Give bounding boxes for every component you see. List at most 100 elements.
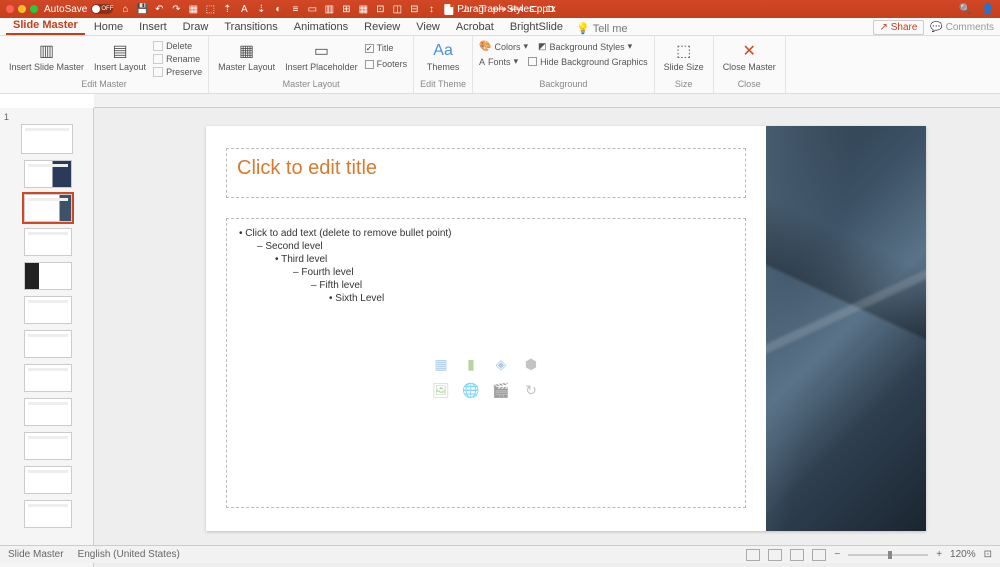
footers-checkbox[interactable]: Footers: [365, 58, 408, 70]
normal-view-button[interactable]: [746, 549, 760, 561]
checkbox-icon: [528, 57, 537, 66]
thumb-layout[interactable]: [24, 364, 72, 392]
qat-icon[interactable]: ⬚: [204, 3, 216, 15]
save-icon[interactable]: 💾: [136, 3, 148, 15]
user-icon[interactable]: 👤: [982, 4, 994, 15]
tab-acrobat[interactable]: Acrobat: [449, 19, 501, 35]
hide-bg-checkbox[interactable]: Hide Background Graphics: [528, 55, 648, 68]
tab-insert[interactable]: Insert: [132, 19, 174, 35]
qat-icon[interactable]: ▭: [306, 3, 318, 15]
qat-icon[interactable]: ⇣: [255, 3, 267, 15]
tell-me[interactable]: 💡Tell me: [576, 22, 628, 35]
tab-view[interactable]: View: [409, 19, 447, 35]
autosave-toggle[interactable]: OFF: [91, 4, 113, 14]
slide-canvas-area[interactable]: Click to edit title Click to add text (d…: [94, 108, 1000, 567]
title-placeholder[interactable]: Click to edit title: [226, 148, 746, 198]
tab-transitions[interactable]: Transitions: [217, 19, 284, 35]
comments-button[interactable]: 💬 Comments: [930, 22, 994, 33]
thumb-layout[interactable]: [24, 432, 72, 460]
themes-button[interactable]: AaThemes: [424, 38, 463, 75]
status-bar: Slide Master English (United States) − +…: [0, 545, 1000, 563]
close-window-icon[interactable]: [6, 5, 14, 13]
master-layout-button[interactable]: ▦Master Layout: [215, 38, 278, 75]
zoom-window-icon[interactable]: [30, 5, 38, 13]
thumb-layout[interactable]: [24, 228, 72, 256]
body-placeholder[interactable]: Click to add text (delete to remove bull…: [226, 218, 746, 508]
thumb-layout[interactable]: [24, 466, 72, 494]
reading-view-button[interactable]: [790, 549, 804, 561]
zoom-out-button[interactable]: −: [834, 549, 840, 560]
rename-icon: [153, 54, 163, 64]
qat-icon[interactable]: ⊞: [340, 3, 352, 15]
delete-button[interactable]: Delete: [153, 40, 202, 52]
group-size: ⬚Slide Size Size: [655, 36, 714, 93]
fit-to-window-button[interactable]: ⊡: [984, 549, 992, 560]
thumb-layout[interactable]: [24, 296, 72, 324]
table-icon[interactable]: ▦: [429, 354, 453, 374]
fonts-dropdown[interactable]: AFonts ▾: [479, 55, 518, 68]
close-master-button[interactable]: ✕Close Master: [720, 38, 779, 75]
minimize-window-icon[interactable]: [18, 5, 26, 13]
home-icon[interactable]: ⌂: [119, 3, 131, 15]
tab-slide-master[interactable]: Slide Master: [6, 17, 85, 35]
insert-placeholder-button[interactable]: ▭Insert Placeholder: [282, 38, 361, 75]
bg-styles-icon: ◩: [538, 41, 547, 52]
3d-icon[interactable]: ⬢: [519, 354, 543, 374]
master-number: 1: [4, 112, 89, 122]
content-placeholder-icons: ▦ ▮ ◈ ⬢ 🖼 🌐 🎬 ↻: [429, 354, 543, 400]
qat-icon[interactable]: ↕: [425, 3, 437, 15]
thumb-layout[interactable]: [24, 330, 72, 358]
online-picture-icon[interactable]: 🌐: [459, 380, 483, 400]
rename-button[interactable]: Rename: [153, 53, 202, 65]
picture-icon[interactable]: 🖼: [429, 380, 453, 400]
bullet-level-6: Sixth Level: [329, 292, 733, 305]
undo-icon[interactable]: ↶: [153, 3, 165, 15]
qat-icon[interactable]: ▦: [357, 3, 369, 15]
tab-review[interactable]: Review: [357, 19, 407, 35]
thumb-layout[interactable]: [24, 262, 72, 290]
qat-icon[interactable]: ◐: [272, 3, 284, 15]
qat-icon[interactable]: A: [238, 3, 250, 15]
bg-styles-dropdown[interactable]: ◩Background Styles ▾: [538, 40, 632, 53]
qat-icon[interactable]: ▦: [187, 3, 199, 15]
chart-icon[interactable]: ▮: [459, 354, 483, 374]
tab-home[interactable]: Home: [87, 19, 130, 35]
smartart-icon[interactable]: ◈: [489, 354, 513, 374]
zoom-level[interactable]: 120%: [950, 549, 976, 560]
zoom-slider[interactable]: [848, 554, 928, 556]
mac-titlebar: AutoSave OFF ⌂ 💾 ↶ ↷ ▦ ⬚ ⇡ A ⇣ ◐ ≡ ▭ ▥ ⊞…: [0, 0, 1000, 18]
preserve-button[interactable]: Preserve: [153, 66, 202, 78]
slideshow-button[interactable]: [812, 549, 826, 561]
thumb-layout[interactable]: [24, 160, 72, 188]
slide-layout[interactable]: Click to edit title Click to add text (d…: [206, 126, 926, 531]
qat-icon[interactable]: ≡: [289, 3, 301, 15]
thumb-layout[interactable]: [24, 500, 72, 528]
share-button[interactable]: ↗ Share: [873, 20, 925, 35]
icon-icon[interactable]: ↻: [519, 380, 543, 400]
thumb-master[interactable]: [21, 124, 73, 154]
qat-icon[interactable]: ⇡: [221, 3, 233, 15]
qat-icon[interactable]: ▥: [323, 3, 335, 15]
tab-draw[interactable]: Draw: [176, 19, 216, 35]
tab-brightslide[interactable]: BrightSlide: [503, 19, 570, 35]
thumb-layout[interactable]: [24, 398, 72, 426]
title-checkbox[interactable]: Title: [365, 42, 408, 54]
picture-placeholder[interactable]: [766, 126, 926, 531]
qat-icon[interactable]: ◫: [391, 3, 403, 15]
thumbnail-panel[interactable]: 1: [0, 108, 94, 567]
status-view: Slide Master: [8, 549, 64, 560]
insert-layout-button[interactable]: ▤Insert Layout: [91, 38, 149, 75]
thumb-layout-selected[interactable]: [24, 194, 72, 222]
slide-size-button[interactable]: ⬚Slide Size: [661, 38, 707, 75]
search-icon[interactable]: 🔍: [959, 4, 971, 15]
zoom-in-button[interactable]: +: [936, 549, 942, 560]
colors-dropdown[interactable]: 🎨Colors ▾: [479, 40, 528, 53]
qat-icon[interactable]: ⊡: [374, 3, 386, 15]
status-language[interactable]: English (United States): [78, 549, 180, 560]
redo-icon[interactable]: ↷: [170, 3, 182, 15]
tab-animations[interactable]: Animations: [287, 19, 355, 35]
qat-icon[interactable]: ⊟: [408, 3, 420, 15]
insert-slide-master-button[interactable]: ▥Insert Slide Master: [6, 38, 87, 75]
sorter-view-button[interactable]: [768, 549, 782, 561]
video-icon[interactable]: 🎬: [489, 380, 513, 400]
